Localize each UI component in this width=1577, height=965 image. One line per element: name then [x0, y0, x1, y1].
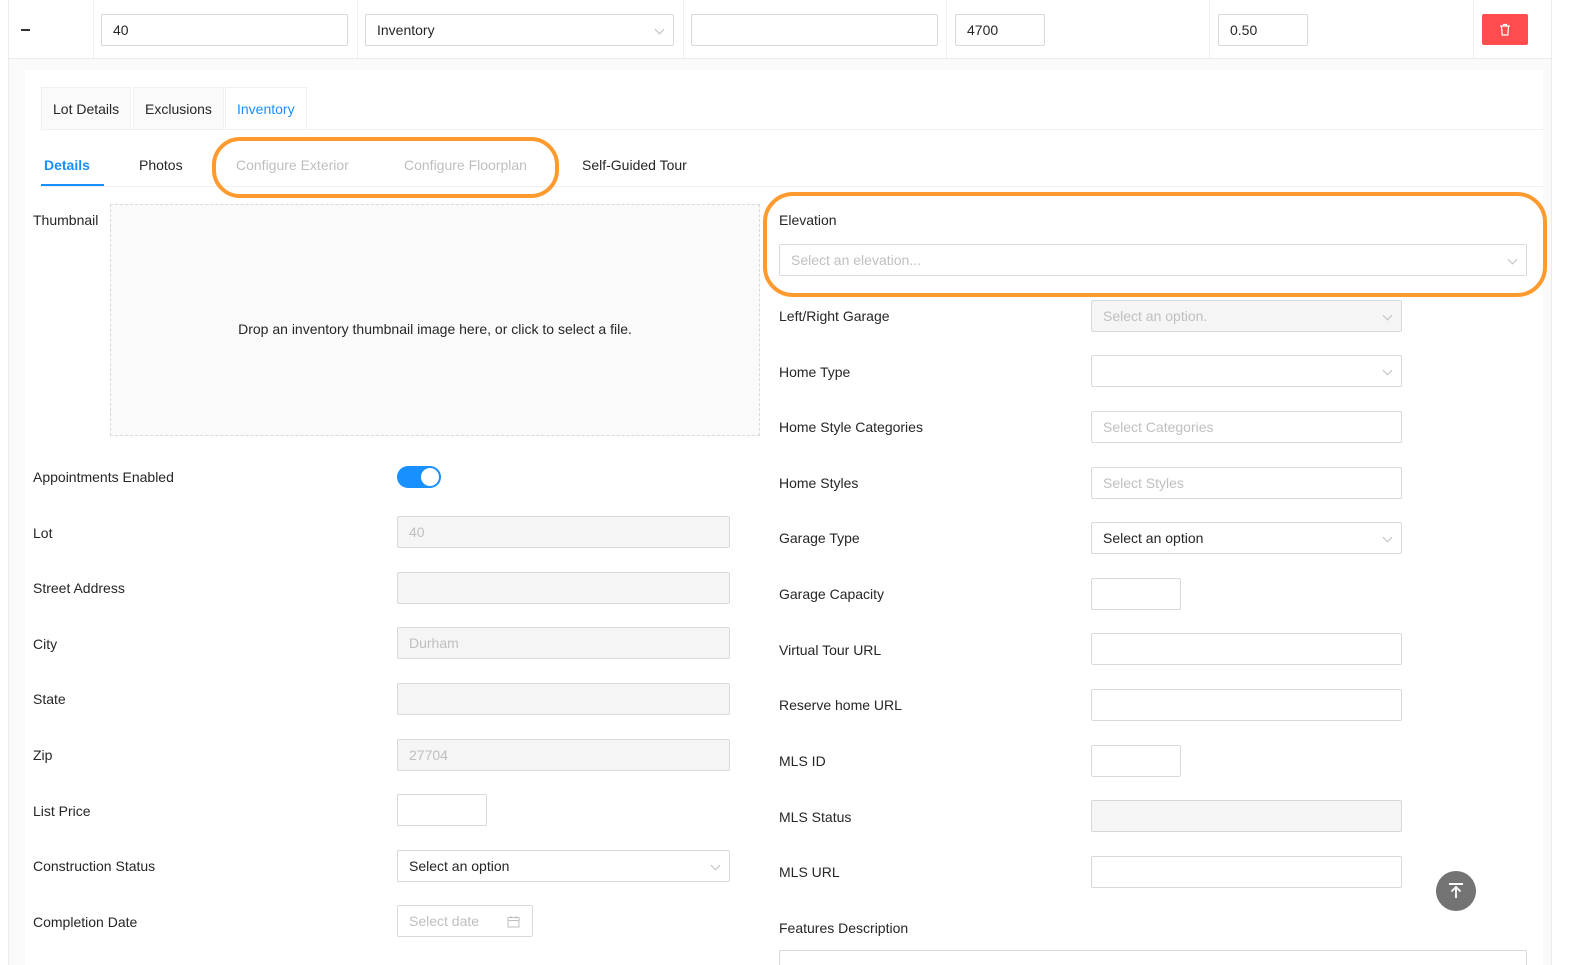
city-label: City: [33, 636, 58, 652]
home-type-label: Home Type: [779, 364, 851, 380]
street-address-input[interactable]: [397, 572, 730, 604]
row-name-input[interactable]: [691, 14, 938, 46]
construction-status-select[interactable]: Select an option: [397, 850, 730, 882]
home-styles-select[interactable]: Select Styles: [1091, 467, 1402, 499]
features-description-textarea[interactable]: [779, 950, 1527, 965]
column-divider: [1473, 0, 1474, 58]
chevron-down-icon: [1382, 532, 1393, 543]
calendar-icon: [507, 916, 520, 928]
row-type-select[interactable]: Inventory: [365, 14, 674, 46]
switch-knob: [421, 468, 439, 486]
left-right-garage-placeholder: Select an option.: [1103, 308, 1208, 324]
left-right-garage-label: Left/Right Garage: [779, 308, 890, 324]
row-lot-input[interactable]: 40: [101, 14, 348, 46]
thumbnail-label: Thumbnail: [33, 212, 99, 228]
chevron-down-icon: [1382, 310, 1393, 321]
column-divider: [357, 0, 358, 58]
chevron-down-icon: [1382, 365, 1393, 376]
column-divider: [683, 0, 684, 58]
reserve-home-url-label: Reserve home URL: [779, 697, 902, 713]
mls-status-label: MLS Status: [779, 809, 852, 825]
lot-label: Lot: [33, 525, 53, 541]
inventory-row: 40 Inventory 4700 0.50: [8, 0, 1552, 59]
home-styles-label: Home Styles: [779, 475, 859, 491]
mls-url-input[interactable]: [1091, 856, 1402, 888]
features-description-label: Features Description: [779, 920, 909, 936]
chevron-down-icon: [1507, 254, 1518, 265]
tab-lot-details[interactable]: Lot Details: [41, 87, 132, 130]
mls-id-input[interactable]: [1091, 745, 1181, 777]
tab-details[interactable]: Details: [44, 156, 90, 174]
tab-divider: [41, 129, 1543, 130]
back-to-top-button[interactable]: [1436, 871, 1476, 911]
elevation-label: Elevation: [779, 212, 837, 228]
garage-type-select[interactable]: Select an option: [1091, 522, 1402, 554]
zip-input[interactable]: 27704: [397, 739, 730, 771]
tab-exclusions[interactable]: Exclusions: [133, 87, 224, 130]
tab-photos[interactable]: Photos: [139, 156, 183, 174]
state-label: State: [33, 691, 66, 707]
column-divider: [1209, 0, 1210, 58]
lot-input[interactable]: 40: [397, 516, 730, 548]
home-style-categories-select[interactable]: Select Categories: [1091, 411, 1402, 443]
collapse-row-icon[interactable]: [21, 29, 30, 31]
reserve-home-url-input[interactable]: [1091, 689, 1402, 721]
garage-type-label: Garage Type: [779, 530, 860, 546]
mls-url-label: MLS URL: [779, 864, 840, 880]
appointments-enabled-label: Appointments Enabled: [33, 469, 174, 485]
construction-status-label: Construction Status: [33, 858, 156, 874]
home-style-categories-label: Home Style Categories: [779, 419, 923, 435]
state-input[interactable]: [397, 683, 730, 715]
virtual-tour-url-input[interactable]: [1091, 633, 1402, 665]
appointments-enabled-switch[interactable]: [397, 466, 441, 488]
mls-status-input[interactable]: [1091, 800, 1402, 832]
garage-capacity-label: Garage Capacity: [779, 586, 885, 602]
column-divider: [93, 0, 94, 58]
street-address-label: Street Address: [33, 580, 125, 596]
row-acreage-input[interactable]: 0.50: [1218, 14, 1308, 46]
left-right-garage-select[interactable]: Select an option.: [1091, 300, 1402, 332]
row-price-input[interactable]: 4700: [955, 14, 1045, 46]
construction-status-value: Select an option: [409, 858, 510, 874]
completion-date-placeholder: Select date: [409, 913, 480, 929]
completion-date-picker[interactable]: Select date: [397, 905, 533, 937]
row-type-value: Inventory: [377, 22, 435, 38]
chevron-down-icon: [710, 860, 721, 871]
virtual-tour-url-label: Virtual Tour URL: [779, 642, 882, 658]
garage-type-value: Select an option: [1103, 530, 1204, 546]
completion-date-label: Completion Date: [33, 914, 138, 930]
delete-row-button[interactable]: [1482, 14, 1528, 45]
arrow-up-to-top-icon: [1450, 885, 1462, 898]
tab-inventory[interactable]: Inventory: [225, 87, 307, 130]
list-price-label: List Price: [33, 803, 91, 819]
dropzone-text: Drop an inventory thumbnail image here, …: [238, 321, 632, 337]
thumbnail-dropzone[interactable]: Drop an inventory thumbnail image here, …: [110, 204, 760, 436]
column-divider: [946, 0, 947, 58]
home-type-select[interactable]: [1091, 355, 1402, 387]
zip-label: Zip: [33, 747, 53, 763]
tab-divider: [41, 186, 1543, 187]
chevron-down-icon: [654, 24, 665, 35]
city-input[interactable]: Durham: [397, 627, 730, 659]
tab-self-guided-tour[interactable]: Self-Guided Tour: [582, 156, 687, 174]
elevation-select[interactable]: Select an elevation...: [779, 244, 1527, 276]
tab-configure-floorplan[interactable]: Configure Floorplan: [404, 156, 527, 174]
list-price-input[interactable]: [397, 794, 487, 826]
trash-icon: [1500, 23, 1510, 36]
garage-capacity-input[interactable]: [1091, 578, 1181, 610]
elevation-placeholder: Select an elevation...: [791, 252, 921, 268]
tab-configure-exterior[interactable]: Configure Exterior: [236, 156, 349, 174]
mls-id-label: MLS ID: [779, 753, 826, 769]
